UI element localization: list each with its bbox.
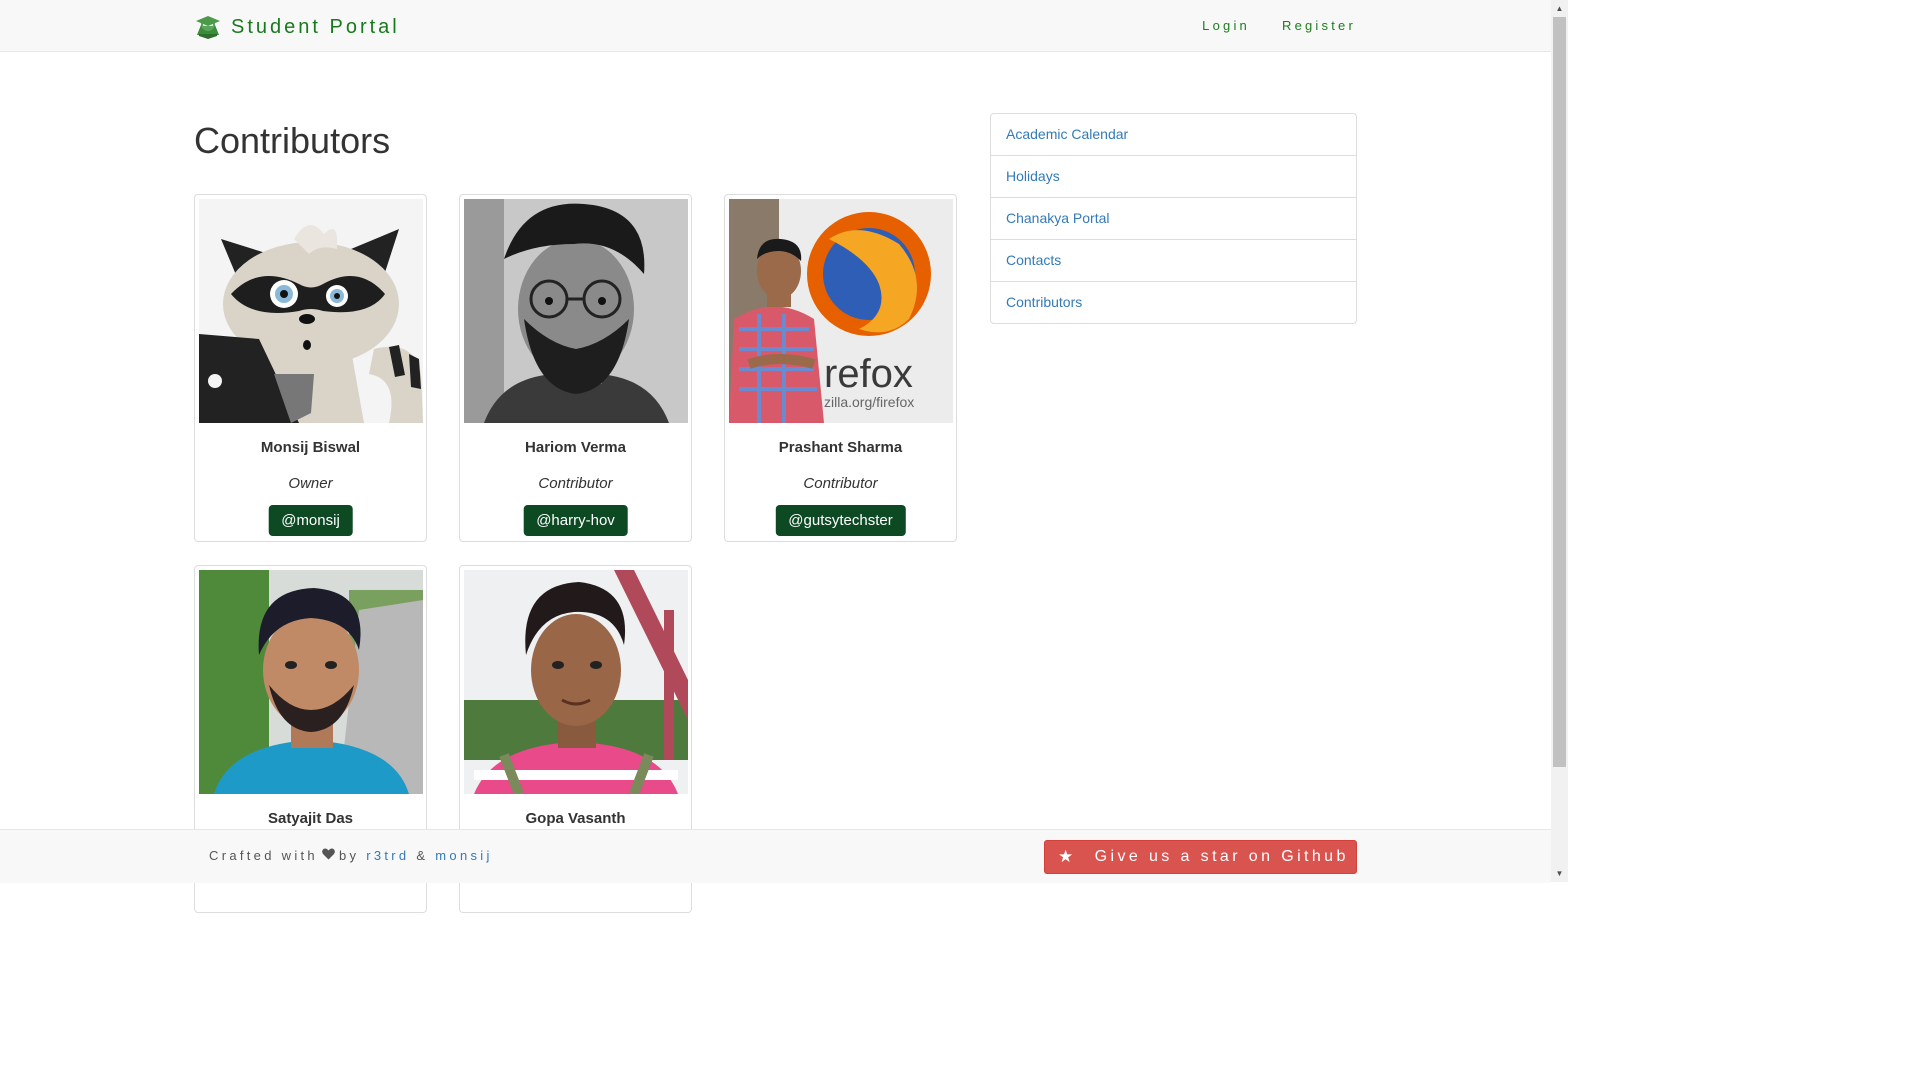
- contributor-photo: refox zilla.org/firefox: [729, 199, 953, 423]
- sidebar-nav: Academic Calendar Holidays Chanakya Port…: [990, 113, 1357, 324]
- contributor-name: Gopa Vasanth: [525, 810, 626, 827]
- page-title: Contributors: [194, 120, 391, 161]
- footer: Crafted with by r3trd & monsij ★ Give us…: [0, 829, 1551, 883]
- sidebar-item-contacts[interactable]: Contacts: [991, 240, 1356, 282]
- heart-icon: [322, 848, 335, 863]
- svg-text:refox: refox: [824, 352, 913, 396]
- contributor-card: refox zilla.org/firefox Prashant Sharma …: [724, 194, 957, 542]
- star-icon: ★: [1058, 847, 1077, 866]
- sidebar-item-chanakya-portal[interactable]: Chanakya Portal: [991, 198, 1356, 240]
- scroll-up-arrow-icon[interactable]: ▲: [1551, 0, 1568, 17]
- contributor-name: Prashant Sharma: [778, 439, 903, 456]
- contributor-name: Hariom Verma: [525, 439, 626, 456]
- author-link-r3trd[interactable]: r3trd: [366, 848, 409, 863]
- contributor-card: Monsij Biswal Owner @monsij: [194, 194, 427, 542]
- contributor-photo: [199, 199, 423, 423]
- contributor-role: Contributor: [538, 475, 613, 492]
- contributor-photo: [464, 199, 688, 423]
- top-navbar: Student Portal Login Register: [0, 0, 1551, 52]
- graduation-cap-icon: [196, 16, 220, 39]
- author-link-monsij[interactable]: monsij: [435, 848, 492, 863]
- contributor-name: Satyajit Das: [267, 810, 354, 827]
- github-handle-button[interactable]: @monsij: [268, 505, 353, 536]
- contributor-name: Monsij Biswal: [260, 439, 361, 456]
- contributor-role: Contributor: [803, 475, 878, 492]
- contributor-photo: [464, 570, 688, 794]
- scroll-down-arrow-icon[interactable]: ▼: [1551, 865, 1568, 882]
- crafted-text: Crafted with: [209, 848, 318, 863]
- github-star-label: Give us a star on Github: [1094, 848, 1349, 865]
- brand-title: Student Portal: [231, 15, 400, 38]
- sidebar-item-contributors[interactable]: Contributors: [991, 282, 1356, 323]
- brand-link[interactable]: Student Portal: [194, 13, 400, 41]
- nav-auth-links: Login Register: [1202, 18, 1356, 33]
- footer-credits: Crafted with by r3trd & monsij: [209, 848, 493, 863]
- scroll-thumb[interactable]: [1553, 17, 1566, 767]
- register-link[interactable]: Register: [1282, 18, 1356, 33]
- svg-text:zilla.org/firefox: zilla.org/firefox: [824, 394, 914, 410]
- sidebar-item-holidays[interactable]: Holidays: [991, 156, 1356, 198]
- contributor-role: Owner: [288, 475, 333, 492]
- contributor-card: Hariom Verma Contributor @harry-hov: [459, 194, 692, 542]
- vertical-scrollbar[interactable]: ▲ ▼: [1551, 0, 1568, 882]
- ampersand-text: &: [416, 848, 429, 863]
- login-link[interactable]: Login: [1202, 18, 1250, 33]
- sidebar-item-academic-calendar[interactable]: Academic Calendar: [991, 114, 1356, 156]
- github-handle-button[interactable]: @harry-hov: [523, 505, 628, 536]
- github-handle-button[interactable]: @gutsytechster: [775, 505, 906, 536]
- by-text: by: [338, 848, 360, 863]
- github-star-button[interactable]: ★ Give us a star on Github: [1044, 840, 1357, 874]
- contributor-photo: [199, 570, 423, 794]
